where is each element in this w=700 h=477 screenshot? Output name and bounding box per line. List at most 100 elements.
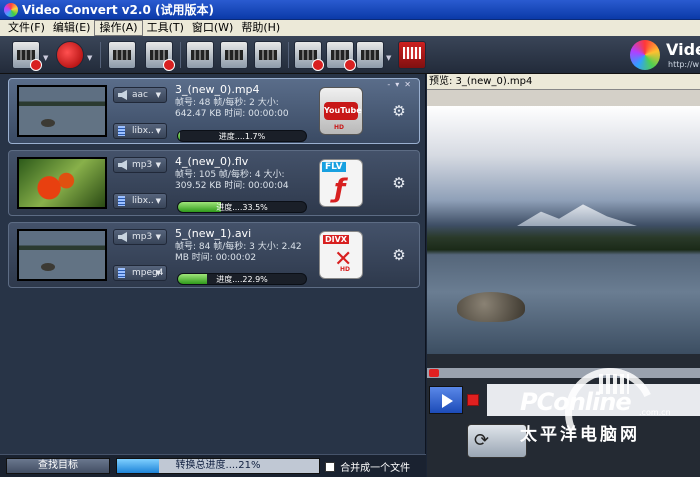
chevron-down-icon: ▼ [155,197,161,205]
format-label: YouTube [324,102,362,120]
menu-action[interactable]: 操作(A) [94,20,143,36]
toolbar-divider [100,42,101,68]
find-target-button[interactable]: 查找目标 [6,458,110,474]
video-thumbnail [17,229,107,281]
audio-codec-select[interactable]: mp3 ▼ [113,229,167,245]
file-list: -▾✕ aac ▼ libx.. ▼ 3_(new_0).mp4 帧号: 48 … [0,74,426,454]
speaker-icon [118,232,127,242]
play-button[interactable] [429,386,463,414]
app-icon [4,3,18,17]
rock-shape [457,292,525,322]
list-item[interactable]: -▾✕ aac ▼ libx.. ▼ 3_(new_0).mp4 帧号: 48 … [8,78,420,144]
brand-name: Vide [666,40,700,59]
watermark-cn: 太平洋电脑网 [520,425,640,445]
effect-icon[interactable] [186,41,214,69]
gear-icon[interactable]: ⚙ [391,103,407,119]
audio-codec-value: aac [132,90,148,100]
file-info: 帧号: 105 帧/每秒: 4 大小: 309.52 KB 时间: 00:00:… [175,170,289,191]
audio-codec-value: mp3 [132,160,153,170]
chevron-down-icon: ▼ [155,161,161,169]
watermark-sub: .com.cn [639,408,671,417]
add-to-list-icon[interactable] [294,41,324,71]
video-codec-select[interactable]: libx.. ▼ [113,193,167,209]
edit-icon[interactable] [220,41,248,69]
toolbar-divider [288,42,289,68]
menu-window[interactable]: 窗口(W) [188,20,237,36]
menu-help[interactable]: 帮助(H) [237,20,284,36]
merge-checkbox[interactable]: 合并成一个文件 [325,459,410,474]
chevron-down-icon: ▼ [155,269,161,277]
gear-icon[interactable]: ⚙ [391,247,407,263]
menu-edit[interactable]: 编辑(E) [49,20,95,36]
file-name: 4_(new_0).flv [175,155,249,168]
watermark: PConline .com.cn 太平洋电脑网 [515,355,700,477]
chevron-down-icon: ▼ [155,233,161,241]
audio-codec-select[interactable]: aac ▼ [113,87,167,103]
divx-format-icon[interactable]: DIVX ✕ HD [319,231,363,279]
clip-icon[interactable] [108,41,136,69]
file-name: 5_(new_1).avi [175,227,252,240]
film-icon [118,268,125,278]
film-icon [118,126,125,136]
tv-icon[interactable] [356,41,384,69]
convert-icon[interactable] [326,41,356,71]
video-codec-value: libx.. [132,196,154,206]
item-window-buttons[interactable]: -▾✕ [387,80,416,89]
stop-button[interactable] [467,394,479,406]
file-info: 帧号: 48 帧/每秒: 2 大小: 642.47 KB 时间: 00:00:0… [175,98,289,119]
file-progress-bar: 进度....1.7% [177,130,307,142]
total-progress-bar: 转换总进度....21% [116,458,320,474]
percent-icon[interactable] [398,41,426,69]
youtube-icon[interactable] [56,41,84,69]
video-codec-value: libx.. [132,126,154,136]
gear-icon[interactable]: ⚙ [391,175,407,191]
file-progress-bar: 进度....33.5% [177,201,307,213]
file-name: 3_(new_0).mp4 [175,83,260,96]
menu-bar: 文件(F) 编辑(E) 操作(A) 工具(T) 窗口(W) 帮助(H) [0,20,700,36]
file-progress-bar: 进度....22.9% [177,273,307,285]
progress-label: 进度....1.7% [218,132,266,141]
progress-label: 进度....22.9% [216,275,268,284]
video-codec-select[interactable]: mpeg4 ▼ [113,265,167,281]
format-sub: HD [334,124,345,131]
mountain-shape [517,204,637,226]
toolbar: ▼ ▼ ▼ [0,36,700,74]
checkbox-icon[interactable] [325,462,335,472]
watermark-logo: PConline [520,388,632,416]
format-sub: HD [340,266,351,273]
list-item[interactable]: mp3 ▼ libx.. ▼ 4_(new_0).flv 帧号: 105 帧/每… [8,150,420,216]
flv-format-icon[interactable]: FLV ƒ [319,159,363,207]
video-preview [427,106,700,354]
audio-codec-select[interactable]: mp3 ▼ [113,157,167,173]
info-icon[interactable] [254,41,282,69]
brand-ball-icon [630,40,660,70]
video-thumbnail [17,85,107,137]
speaker-icon [118,160,127,170]
chevron-down-icon: ▼ [155,91,161,99]
progress-label: 进度....33.5% [216,203,268,212]
bottom-bar: 查找目标 转换总进度....21% 合并成一个文件 [0,454,426,477]
video-codec-select[interactable]: libx.. ▼ [113,123,167,139]
total-progress-label: 转换总进度....21% [175,460,261,471]
seek-handle[interactable] [429,369,439,377]
chevron-down-icon[interactable]: ▼ [386,54,391,62]
format-label: FLV [322,162,346,172]
menu-file[interactable]: 文件(F) [4,20,49,36]
file-info: 帧号: 84 帧/每秒: 3 大小: 2.42 MB 时间: 00:00:02 [175,242,302,263]
youtube-format-icon[interactable]: YouTube HD [319,87,363,135]
chevron-down-icon[interactable]: ▼ [87,54,92,62]
toolbar-divider [180,42,181,68]
video-thumbnail [17,157,107,209]
chevron-down-icon[interactable]: ▼ [43,54,48,62]
film-icon [118,196,125,206]
add-video-icon[interactable] [12,41,42,71]
preview-title: 预览: 3_(new_0).mp4 [427,74,700,90]
list-item[interactable]: mp3 ▼ mpeg4 ▼ 5_(new_1).avi 帧号: 84 帧/每秒:… [8,222,420,288]
title-bar: Video Convert v2.0 (试用版本) [0,0,700,20]
trim-icon[interactable] [145,41,175,71]
format-label: DIVX [323,235,349,244]
menu-tools[interactable]: 工具(T) [143,20,188,36]
brand-url: http://w [668,60,700,69]
audio-codec-value: mp3 [132,232,153,242]
speaker-icon [118,90,127,100]
